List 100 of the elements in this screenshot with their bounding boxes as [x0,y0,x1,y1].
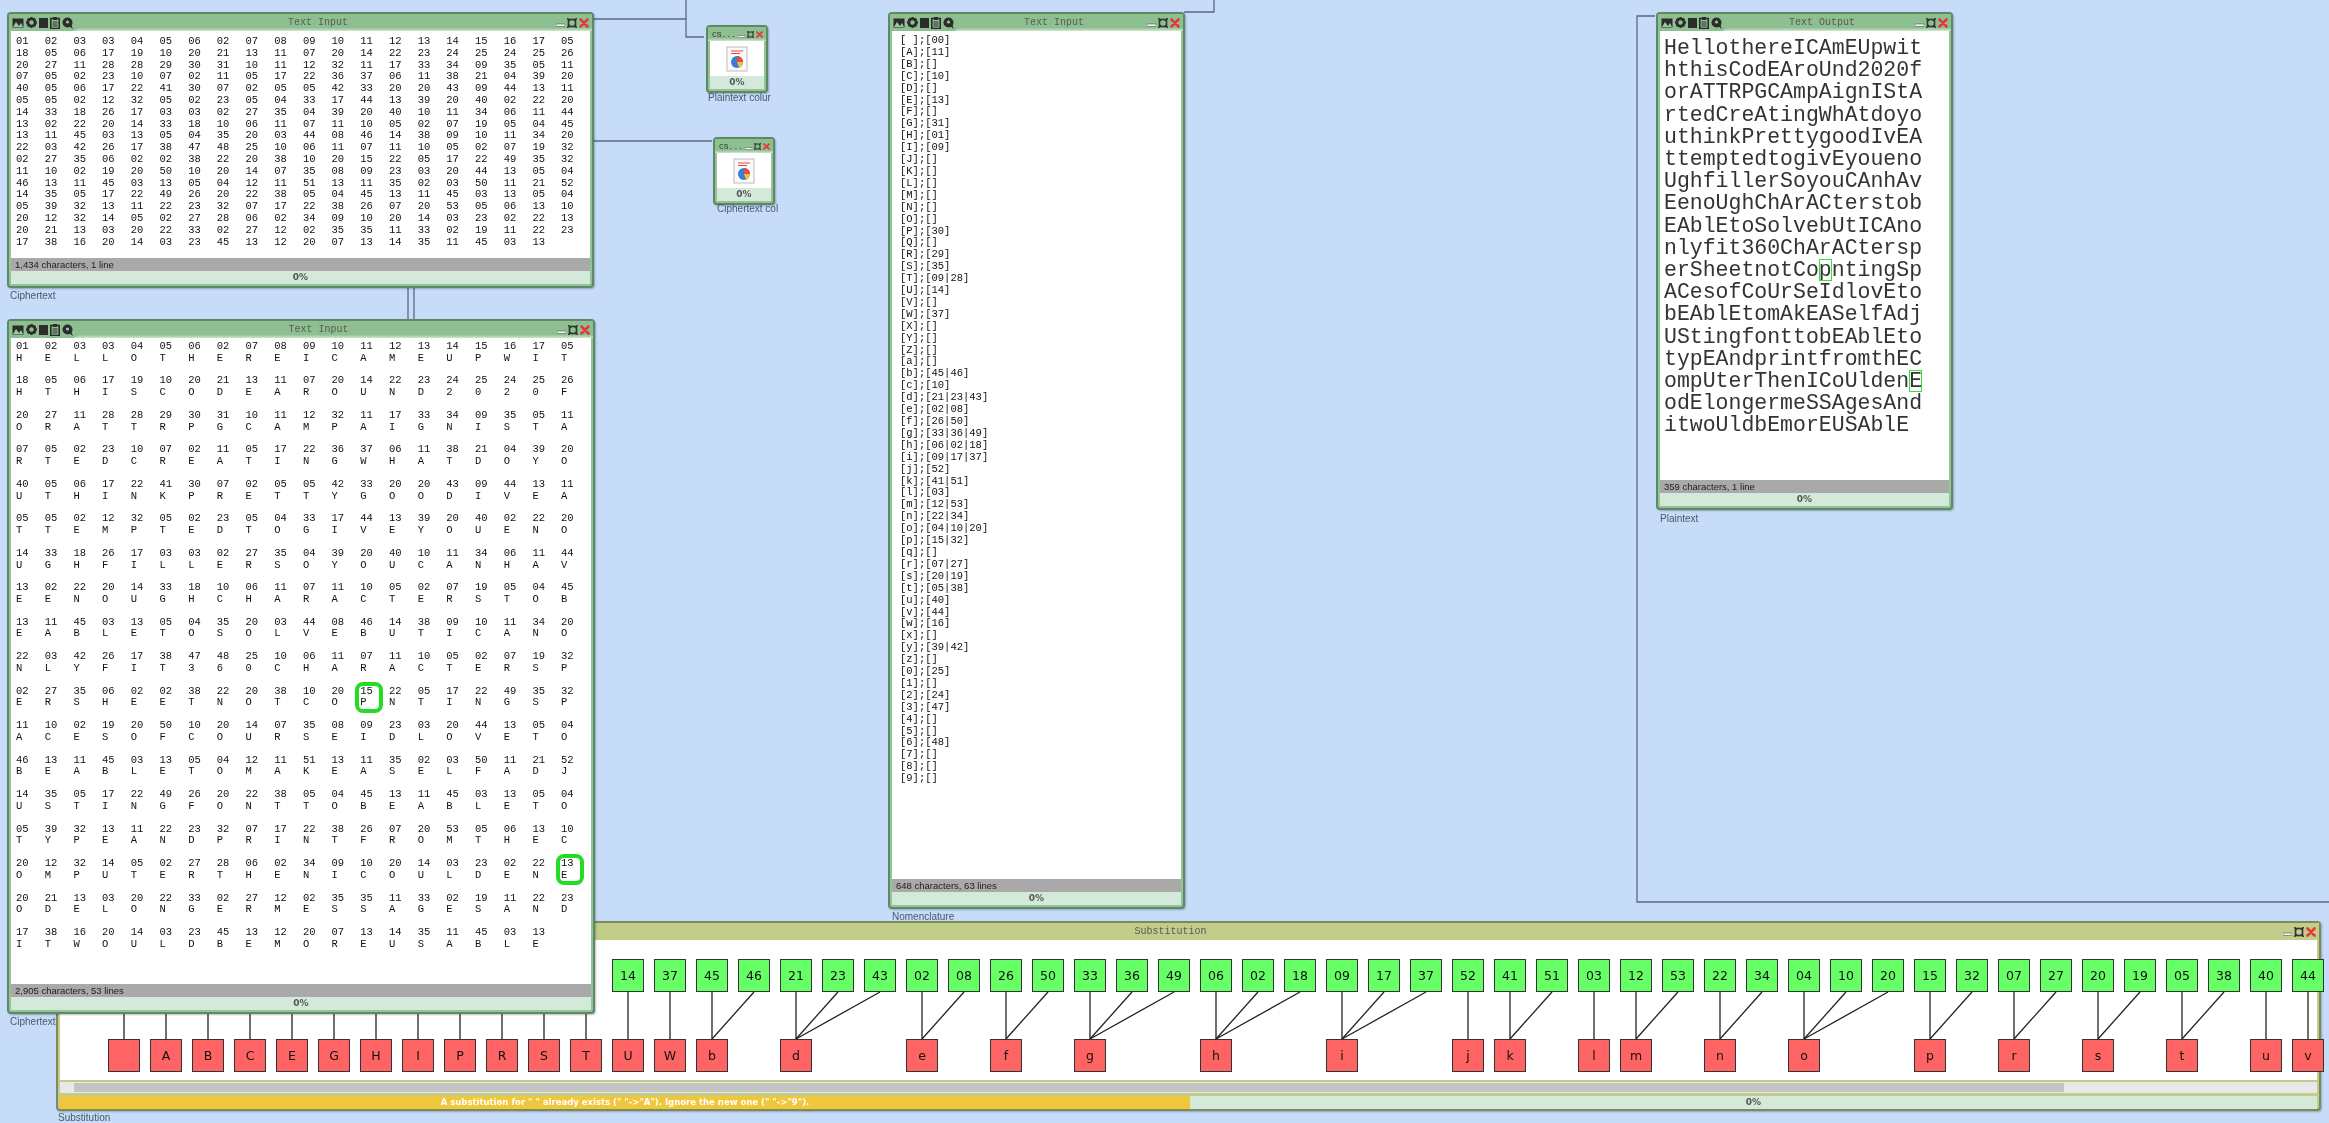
code-node[interactable]: 02 [906,959,938,992]
letter-node[interactable]: j [1452,1039,1484,1072]
code-node[interactable]: 09 [1326,959,1358,992]
code-node[interactable]: 10 [1830,959,1862,992]
letter-node[interactable]: r [1998,1039,2030,1072]
code-node[interactable]: 14 [612,959,644,992]
image-icon[interactable] [893,17,905,28]
gear-icon[interactable] [907,17,918,28]
scrollbar-thumb[interactable] [74,1083,2064,1092]
code-node[interactable]: 32 [1956,959,1988,992]
code-node[interactable]: 37 [654,959,686,992]
letter-node[interactable]: b [696,1039,728,1072]
code-node[interactable]: 19 [2124,959,2156,992]
code-node[interactable]: 41 [1494,959,1526,992]
code-node[interactable]: 38 [2208,959,2240,992]
code-node[interactable]: 18 [1284,959,1316,992]
letter-node[interactable]: o [1788,1039,1820,1072]
code-node[interactable]: 17 [1368,959,1400,992]
letter-node[interactable]: H [360,1039,392,1072]
code-node[interactable]: 02 [1242,959,1274,992]
code-node[interactable]: 50 [1032,959,1064,992]
code-node[interactable]: 33 [1074,959,1106,992]
code-node[interactable]: 52 [1452,959,1484,992]
code-node[interactable]: 06 [1200,959,1232,992]
code-node[interactable]: 40 [2250,959,2282,992]
letter-node[interactable]: E [276,1039,308,1072]
letter-node[interactable]: U [612,1039,644,1072]
help-icon[interactable] [943,16,955,29]
letter-node[interactable] [108,1039,140,1072]
clipboard-icon[interactable] [1699,16,1709,29]
code-node[interactable]: 36 [1116,959,1148,992]
help-icon[interactable] [62,16,74,29]
document-icon[interactable] [920,17,929,28]
letter-node[interactable]: G [318,1039,350,1072]
image-icon[interactable] [1661,17,1673,28]
code-node[interactable]: 27 [2040,959,2072,992]
letter-node[interactable]: W [654,1039,686,1072]
letter-node[interactable]: C [234,1039,266,1072]
code-node[interactable]: 43 [864,959,896,992]
maximize-button[interactable] [754,142,761,150]
code-node[interactable]: 37 [1410,959,1442,992]
code-node[interactable]: 26 [990,959,1022,992]
code-node[interactable]: 34 [1746,959,1778,992]
clipboard-icon[interactable] [50,16,60,29]
maximize-button[interactable] [1926,17,1936,28]
help-icon[interactable] [1711,16,1723,29]
letter-node[interactable]: s [2082,1039,2114,1072]
letter-node[interactable]: t [2166,1039,2198,1072]
letter-node[interactable]: g [1074,1039,1106,1072]
image-icon[interactable] [12,17,24,28]
letter-node[interactable]: A [150,1039,182,1072]
letter-node[interactable]: u [2250,1039,2282,1072]
code-node[interactable]: 03 [1578,959,1610,992]
letter-node[interactable]: k [1494,1039,1526,1072]
letter-node[interactable]: n [1704,1039,1736,1072]
clipboard-icon[interactable] [931,16,941,29]
code-node[interactable]: 45 [696,959,728,992]
maximize-button[interactable] [2294,926,2304,937]
letter-node[interactable]: m [1620,1039,1652,1072]
code-node[interactable]: 44 [2292,959,2324,992]
letter-node[interactable]: S [528,1039,560,1072]
document-icon[interactable] [1688,17,1697,28]
code-node[interactable]: 04 [1788,959,1820,992]
letter-node[interactable]: e [906,1039,938,1072]
letter-node[interactable]: v [2292,1039,2324,1072]
code-node[interactable]: 21 [780,959,812,992]
code-node[interactable]: 07 [1998,959,2030,992]
letter-node[interactable]: d [780,1039,812,1072]
letter-node[interactable]: I [402,1039,434,1072]
clipboard-icon[interactable] [50,323,60,336]
code-node[interactable]: 53 [1662,959,1694,992]
code-node[interactable]: 15 [1914,959,1946,992]
letter-node[interactable]: P [444,1039,476,1072]
gear-icon[interactable] [26,17,37,28]
letter-node[interactable]: h [1200,1039,1232,1072]
gear-icon[interactable] [1675,17,1686,28]
letter-node[interactable]: f [990,1039,1022,1072]
help-icon[interactable] [62,323,74,336]
letter-node[interactable]: R [486,1039,518,1072]
code-node[interactable]: 12 [1620,959,1652,992]
maximize-button[interactable] [567,17,577,28]
letter-node[interactable]: p [1914,1039,1946,1072]
letter-node[interactable]: i [1326,1039,1358,1072]
code-node[interactable]: 20 [2082,959,2114,992]
image-icon[interactable] [12,324,24,335]
document-icon[interactable] [39,324,48,335]
letter-node[interactable]: T [570,1039,602,1072]
code-node[interactable]: 22 [1704,959,1736,992]
letter-node[interactable]: l [1578,1039,1610,1072]
code-node[interactable]: 49 [1158,959,1190,992]
letter-node[interactable]: B [192,1039,224,1072]
code-node[interactable]: 51 [1536,959,1568,992]
code-node[interactable]: 20 [1872,959,1904,992]
maximize-button[interactable] [747,30,754,38]
code-node[interactable]: 08 [948,959,980,992]
maximize-button[interactable] [568,324,578,335]
maximize-button[interactable] [1158,17,1168,28]
gear-icon[interactable] [26,324,37,335]
code-node[interactable]: 46 [738,959,770,992]
document-icon[interactable] [39,17,48,28]
